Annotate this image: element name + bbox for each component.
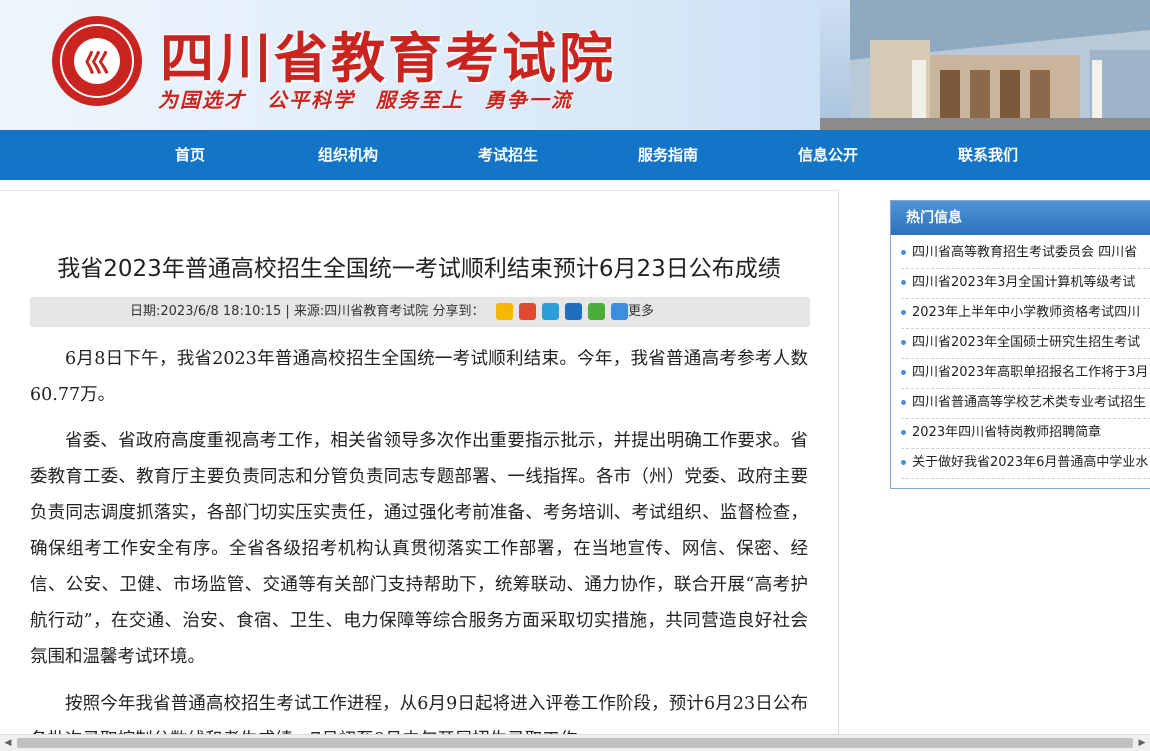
hot-info-item[interactable]: 四川省2023年全国硕士研究生招生考试 <box>901 328 1150 359</box>
bullet-icon <box>901 430 906 435</box>
bullet-icon <box>901 280 906 285</box>
building-banner-image <box>820 0 1150 130</box>
bullet-icon <box>901 370 906 375</box>
hot-info-item[interactable]: 2023年上半年中小学教师资格考试四川 <box>901 298 1150 329</box>
weibo-icon[interactable] <box>519 303 536 320</box>
article-meta-bar: 日期:2023/6/8 18:10:15 | 来源:四川省教育考试院 分享到： … <box>30 297 810 327</box>
bullet-icon <box>901 250 906 255</box>
hot-info-header: 热门信息 <box>891 201 1150 235</box>
nav-item-info-disclosure[interactable]: 信息公开 <box>798 130 858 180</box>
nav-item-exam-enrollment[interactable]: 考试招生 <box>478 130 538 180</box>
hot-info-item-text[interactable]: 关于做好我省2023年6月普通高中学业水 <box>912 455 1148 470</box>
wechat-icon[interactable] <box>588 303 605 320</box>
site-name: 四川省教育考试院 <box>160 27 616 90</box>
horizontal-scrollbar[interactable]: ◀ ▶ <box>0 734 1150 751</box>
qzone-icon[interactable] <box>496 303 513 320</box>
main-nav: 首页 组织机构 考试招生 服务指南 信息公开 联系我们 <box>0 130 1150 180</box>
article-panel: 我省2023年普通高校招生全国统一考试顺利结束预计6月23日公布成绩 日期:20… <box>0 190 839 751</box>
more-share-icon[interactable] <box>611 303 628 320</box>
nav-item-organization[interactable]: 组织机构 <box>318 130 378 180</box>
scrollbar-thumb[interactable] <box>17 738 1133 748</box>
hot-info-item[interactable]: 2023年四川省特岗教师招聘简章 <box>901 418 1150 449</box>
scroll-left-arrow-icon[interactable]: ◀ <box>2 737 14 749</box>
bullet-icon <box>901 340 906 345</box>
scroll-right-arrow-icon[interactable]: ▶ <box>1136 737 1148 749</box>
bullet-icon <box>901 400 906 405</box>
article-meta-text: 日期:2023/6/8 18:10:15 | 来源:四川省教育考试院 分享到： <box>130 304 485 319</box>
article-paragraph-2: 省委、省政府高度重视高考工作，相关省领导多次作出重要指示批示，并提出明确工作要求… <box>30 431 808 667</box>
nav-item-home[interactable]: 首页 <box>175 130 205 180</box>
article-title: 我省2023年普通高校招生全国统一考试顺利结束预计6月23日公布成绩 <box>57 256 781 282</box>
hot-info-sidebar: 热门信息 四川省高等教育招生考试委员会 四川省 四川省2023年3月全国计算机等… <box>890 200 1150 489</box>
hot-info-item-text[interactable]: 四川省2023年全国硕士研究生招生考试 <box>912 335 1140 350</box>
article-paragraph-1: 6月8日下午，我省2023年普通高校招生全国统一考试顺利结束。今年，我省普通高考… <box>30 349 808 405</box>
share-more-link[interactable]: 更多 <box>628 297 654 327</box>
hot-info-item-text[interactable]: 2023年四川省特岗教师招聘简章 <box>912 425 1101 440</box>
bullet-icon <box>901 310 906 315</box>
site-header: 巛 四川省教育考试院 为国选才 公平科学 服务至上 勇争一流 <box>0 0 1150 130</box>
hot-info-title: 热门信息 <box>906 210 962 226</box>
hot-info-item-text[interactable]: 四川省普通高等学校艺术类专业考试招生 <box>912 395 1146 410</box>
site-logo[interactable]: 巛 <box>52 16 142 106</box>
hot-info-item-text[interactable]: 四川省高等教育招生考试委员会 四川省 <box>912 245 1137 260</box>
hot-info-item-text[interactable]: 四川省2023年3月全国计算机等级考试 <box>912 275 1135 290</box>
hot-info-item[interactable]: 四川省高等教育招生考试委员会 四川省 <box>901 238 1150 269</box>
hot-info-item[interactable]: 四川省2023年3月全国计算机等级考试 <box>901 268 1150 299</box>
hot-info-item[interactable]: 四川省2023年高职单招报名工作将于3月 <box>901 358 1150 389</box>
site-slogan: 为国选才 公平科学 服务至上 勇争一流 <box>158 88 573 112</box>
hot-info-item-text[interactable]: 四川省2023年高职单招报名工作将于3月 <box>912 365 1148 380</box>
hot-info-item-text[interactable]: 2023年上半年中小学教师资格考试四川 <box>912 305 1140 320</box>
hot-info-item[interactable]: 关于做好我省2023年6月普通高中学业水 <box>901 448 1150 479</box>
renren-icon[interactable] <box>565 303 582 320</box>
hot-info-item[interactable]: 四川省普通高等学校艺术类专业考试招生 <box>901 388 1150 419</box>
logo-glyph: 巛 <box>83 48 110 79</box>
tencent-weibo-icon[interactable] <box>542 303 559 320</box>
nav-item-contact-us[interactable]: 联系我们 <box>958 130 1018 180</box>
bullet-icon <box>901 460 906 465</box>
nav-item-service-guide[interactable]: 服务指南 <box>638 130 698 180</box>
